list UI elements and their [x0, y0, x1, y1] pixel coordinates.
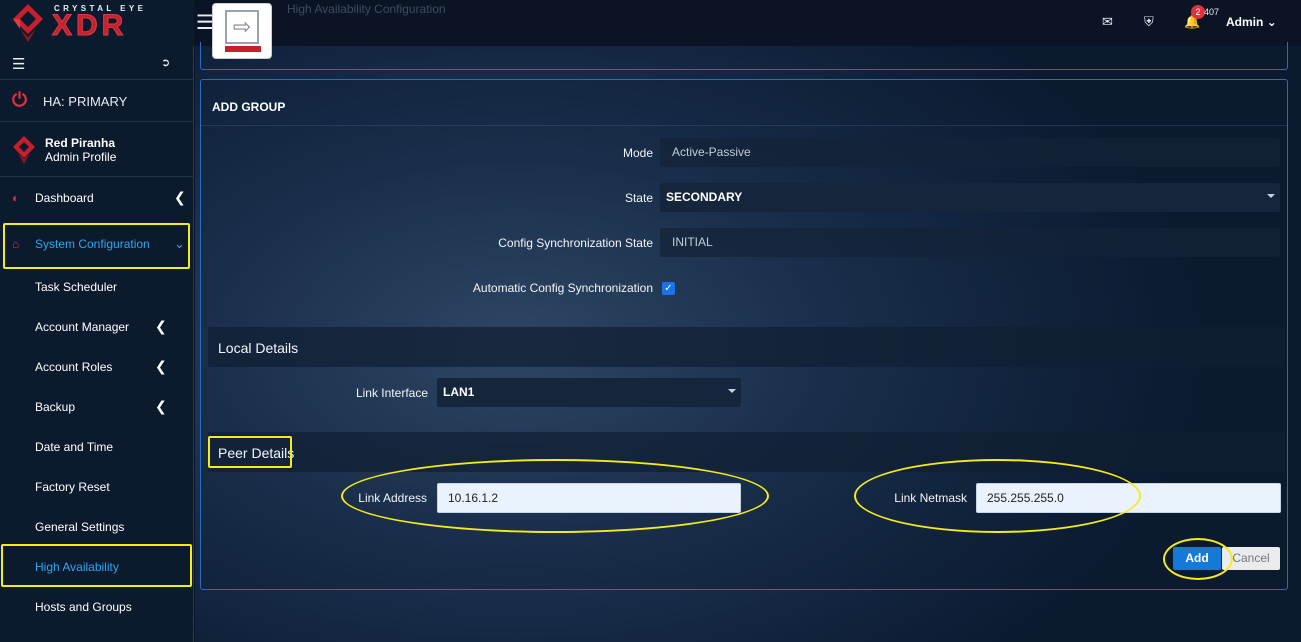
user-name: Admin	[1226, 15, 1264, 29]
state-selected-value: SECONDARY	[666, 190, 743, 204]
page-icon: ⇨	[212, 3, 272, 59]
link-interface-select[interactable]: LAN1	[437, 378, 741, 407]
brand-name: XDR	[51, 9, 128, 42]
mail-icon[interactable]: ✉	[1102, 14, 1113, 30]
sidebar-item-dashboard[interactable]: ◐ Dashboard ❮	[0, 178, 194, 218]
highlight-link-address	[341, 459, 769, 533]
sidebar-item-label: General Settings	[35, 520, 125, 534]
power-icon: ⏻	[12, 90, 28, 111]
sidebar-item-task-scheduler[interactable]: Task Scheduler	[0, 267, 194, 307]
chevron-left-icon: ❮	[155, 318, 167, 334]
sign-in-icon: ⇨	[225, 10, 259, 44]
peer-details-section: Peer Details	[208, 432, 1285, 472]
thumb-accent-bar	[225, 46, 261, 52]
sidebar-item-label: Hosts and Groups	[35, 600, 132, 614]
top-bar: ☰ ⇨ High Availability Configuration ✉ ⛨ …	[194, 0, 1301, 59]
state-label: State	[624, 191, 653, 205]
previous-panel	[200, 42, 1288, 70]
panel-title: ADD GROUP	[212, 100, 286, 114]
sidebar-item-label: Task Scheduler	[35, 280, 118, 294]
mode-field: Active-Passive	[660, 138, 1280, 167]
sidebar-tools: ☰ ➲	[0, 50, 194, 78]
crystal-eye-logo-icon	[13, 4, 43, 42]
panel-heading: ADD GROUP	[201, 80, 1287, 126]
menu-icon[interactable]: ☰	[12, 55, 25, 73]
profile-logo-icon	[13, 136, 35, 164]
ha-status-label: HA: PRIMARY	[43, 94, 128, 109]
link-interface-label: Link Interface	[355, 386, 428, 400]
caret-down-icon	[728, 389, 736, 393]
profile-row[interactable]: Red Piranha Admin Profile	[0, 123, 194, 177]
highlight-link-netmask	[854, 459, 1141, 533]
user-menu[interactable]: Admin ⌄	[1226, 15, 1277, 29]
chevron-down-icon: ⌄	[1266, 15, 1277, 29]
logout-icon[interactable]: ➲	[161, 56, 170, 69]
ha-status-row: ⏻ HA: PRIMARY	[0, 79, 194, 122]
profile-role: Admin Profile	[45, 150, 117, 164]
sidebar-item-factory-reset[interactable]: Factory Reset	[0, 467, 194, 507]
shield-icon[interactable]: ⛨	[1144, 14, 1154, 30]
sidebar-item-label: Factory Reset	[35, 480, 110, 494]
sidebar-item-general-settings[interactable]: General Settings	[0, 507, 194, 547]
sidebar-item-date-and-time[interactable]: Date and Time	[0, 427, 194, 467]
brand-logo[interactable]: CRYSTAL EYE XDR	[0, 0, 194, 46]
sidebar-item-hosts-and-groups[interactable]: Hosts and Groups	[0, 587, 194, 627]
notification-count-rest: 407	[1204, 7, 1220, 17]
highlight-add-button	[1163, 538, 1233, 580]
highlight-system-configuration	[3, 223, 190, 269]
profile-name: Red Piranha	[45, 136, 116, 150]
sidebar-item-account-manager[interactable]: Account Manager ❮	[0, 307, 194, 347]
auto-sync-label: Automatic Config Synchronization	[472, 281, 653, 295]
highlight-high-availability	[1, 544, 192, 587]
add-group-panel: ADD GROUP Mode Active-Passive State SECO…	[200, 79, 1288, 590]
local-details-section: Local Details	[208, 327, 1285, 367]
caret-down-icon	[1267, 194, 1275, 198]
chevron-left-icon: ❮	[155, 358, 167, 374]
sidebar-item-label: Backup	[35, 400, 76, 414]
page-title: High Availability Configuration	[287, 2, 446, 16]
chevron-left-icon: ❮	[155, 398, 167, 414]
sidebar-item-label: Account Roles	[35, 360, 113, 374]
main-content: ADD GROUP Mode Active-Passive State SECO…	[195, 42, 1301, 642]
sidebar-item-account-roles[interactable]: Account Roles ❮	[0, 347, 194, 387]
sidebar-item-label: Account Manager	[35, 320, 130, 334]
section-title: Local Details	[218, 340, 299, 356]
mode-label: Mode	[622, 146, 653, 160]
chevron-left-icon: ❮	[174, 189, 186, 205]
highlight-peer-details	[208, 436, 292, 468]
notification-badge: 2	[1191, 5, 1205, 19]
sync-state-field: INITIAL	[660, 228, 1280, 257]
state-select[interactable]: SECONDARY	[660, 183, 1280, 212]
dashboard-gauge-icon: ◐	[12, 191, 20, 205]
sidebar-item-backup[interactable]: Backup ❮	[0, 387, 194, 427]
auto-sync-checkbox[interactable]: ✓	[662, 282, 675, 295]
sidebar: CRYSTAL EYE XDR ☰ ➲ ⏻ HA: PRIMARY Red Pi…	[0, 0, 194, 642]
sync-state-label: Config Synchronization State	[498, 236, 653, 250]
link-interface-selected-value: LAN1	[443, 385, 475, 399]
sidebar-item-label: Dashboard	[35, 191, 94, 205]
sidebar-item-label: Date and Time	[35, 440, 114, 454]
